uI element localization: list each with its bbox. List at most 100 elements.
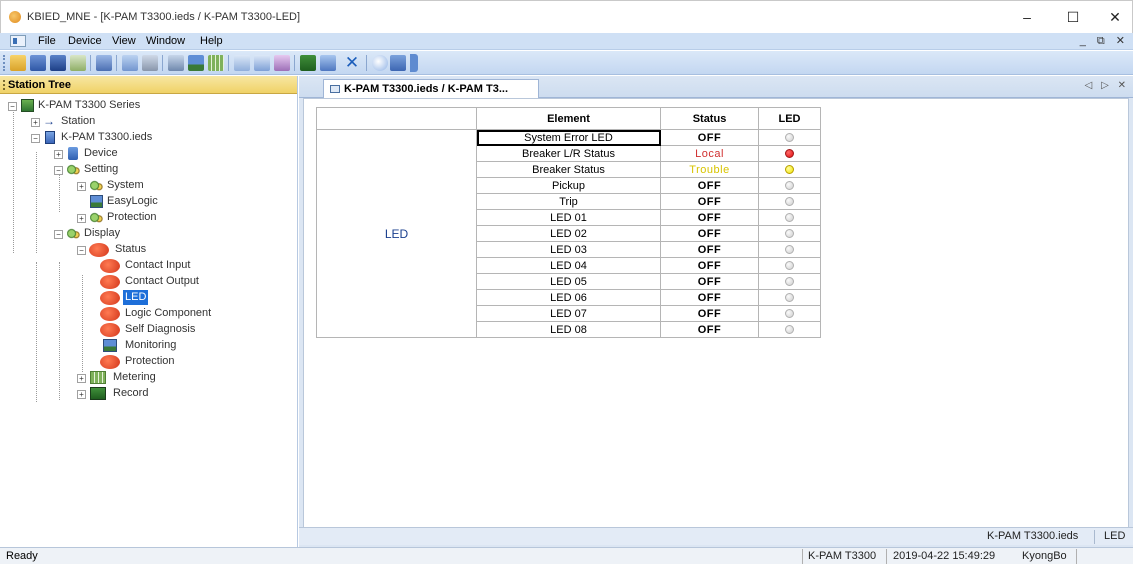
mdi-child-icon[interactable]: [10, 35, 26, 47]
element-cell[interactable]: LED 08: [476, 321, 661, 338]
table-header-row: Element Status LED: [316, 107, 821, 130]
led-off-icon: [785, 213, 794, 223]
element-cell[interactable]: LED 01: [476, 209, 661, 226]
status-cell: OFF: [660, 289, 759, 306]
tree-node-station[interactable]: + → Station: [31, 114, 231, 129]
column-header-element: Element: [476, 107, 661, 130]
device-config-icon[interactable]: [320, 55, 336, 71]
tab-navigation[interactable]: ◁ ▷ ✕: [1085, 80, 1129, 91]
tree-node-system[interactable]: + System: [77, 178, 277, 193]
about-icon[interactable]: [390, 55, 406, 71]
collapse-icon[interactable]: −: [8, 102, 17, 111]
led-cell: [758, 241, 821, 258]
minimize-button[interactable]: –: [1007, 6, 1047, 28]
element-cell[interactable]: Trip: [476, 193, 661, 210]
tree-node-series[interactable]: − K-PAM T3300 Series: [8, 98, 288, 113]
tree-node-status[interactable]: − Status: [77, 242, 277, 257]
element-cell[interactable]: Pickup: [476, 177, 661, 194]
led-cell: [758, 161, 821, 178]
status-cell: OFF: [660, 129, 759, 146]
download-icon[interactable]: [122, 55, 138, 71]
expand-icon[interactable]: +: [31, 118, 40, 127]
led-yellow-icon: [785, 165, 794, 175]
status-cell: OFF: [660, 273, 759, 290]
toolbar-grip[interactable]: [3, 55, 6, 71]
collapse-icon[interactable]: −: [54, 230, 63, 239]
document-pane: K-PAM T3300.ieds / K-PAM T3... ◁ ▷ ✕ Ele…: [299, 76, 1133, 547]
element-cell[interactable]: System Error LED: [476, 129, 661, 146]
tree-node-self-diagnosis[interactable]: Self Diagnosis: [100, 322, 290, 337]
menu-window[interactable]: Window: [146, 35, 185, 47]
led-off-icon: [785, 293, 794, 303]
tree-node-contact-input[interactable]: Contact Input: [100, 258, 290, 273]
expand-icon[interactable]: +: [77, 214, 86, 223]
open-icon[interactable]: [10, 55, 26, 71]
element-cell[interactable]: LED 03: [476, 241, 661, 258]
group-cell: LED: [316, 129, 477, 338]
toolbar-separator: [90, 55, 91, 71]
collapse-icon[interactable]: −: [77, 246, 86, 255]
element-cell[interactable]: LED 05: [476, 273, 661, 290]
collapse-icon[interactable]: −: [31, 134, 40, 143]
tree-node-protection-status[interactable]: Protection: [100, 354, 290, 369]
save-icon[interactable]: [30, 55, 46, 71]
led-cell: [758, 305, 821, 322]
device-add-icon[interactable]: [300, 55, 316, 71]
led-off-icon: [785, 197, 794, 207]
tree-node-logic-component[interactable]: Logic Component: [100, 306, 290, 321]
tree-node-led[interactable]: LED: [100, 290, 290, 305]
expand-icon[interactable]: +: [54, 150, 63, 159]
monitor-icon[interactable]: [188, 55, 204, 71]
tree-label: Device: [84, 147, 118, 159]
compare-icon[interactable]: [96, 55, 112, 71]
upload-icon[interactable]: [142, 55, 158, 71]
connect-icon[interactable]: [50, 55, 66, 71]
expand-icon[interactable]: +: [77, 182, 86, 191]
station-tree-title: Station Tree: [8, 79, 71, 91]
toolbar-overflow[interactable]: [410, 54, 418, 72]
protection-icon: [100, 355, 120, 369]
led-off-icon: [785, 245, 794, 255]
settings-icon[interactable]: [168, 55, 184, 71]
table-row[interactable]: LED System Error LED OFF: [316, 129, 821, 338]
app-icon: [9, 11, 21, 23]
tree-node-monitoring[interactable]: Monitoring: [100, 338, 290, 353]
tree-node-device[interactable]: + Device: [54, 146, 254, 161]
tree-node-record[interactable]: + Record: [77, 386, 277, 401]
close-button[interactable]: ✕: [1095, 6, 1133, 28]
tree-node-protection[interactable]: + Protection: [77, 210, 277, 225]
element-cell[interactable]: Breaker L/R Status: [476, 145, 661, 162]
menu-view[interactable]: View: [112, 35, 136, 47]
tree-node-ieds[interactable]: − K-PAM T3300.ieds: [31, 130, 231, 145]
led-cell: [758, 225, 821, 242]
disconnect-icon[interactable]: [70, 55, 86, 71]
help-icon[interactable]: [372, 55, 388, 71]
menu-device[interactable]: Device: [68, 35, 102, 47]
element-cell[interactable]: LED 02: [476, 225, 661, 242]
expand-icon[interactable]: +: [77, 374, 86, 383]
maximize-button[interactable]: ☐: [1053, 6, 1093, 28]
tree-node-easylogic[interactable]: EasyLogic: [77, 194, 277, 209]
document-tab[interactable]: K-PAM T3300.ieds / K-PAM T3...: [323, 79, 539, 99]
collapse-icon[interactable]: −: [54, 166, 63, 175]
expand-icon[interactable]: +: [77, 390, 86, 399]
delete-icon[interactable]: ✕: [344, 54, 360, 71]
tree-node-setting[interactable]: − Setting: [54, 162, 254, 177]
chart-icon[interactable]: [234, 55, 250, 71]
element-cell[interactable]: LED 07: [476, 305, 661, 322]
device-icon: [68, 147, 78, 160]
element-cell[interactable]: Breaker Status: [476, 161, 661, 178]
waveform-icon[interactable]: [254, 55, 270, 71]
led-cell: [758, 321, 821, 338]
table-icon[interactable]: [208, 55, 224, 71]
tree-node-contact-output[interactable]: Contact Output: [100, 274, 290, 289]
mdi-window-controls[interactable]: _ ⧉ ✕: [1080, 34, 1129, 48]
element-cell[interactable]: LED 06: [476, 289, 661, 306]
element-cell[interactable]: LED 04: [476, 257, 661, 274]
tree-node-metering[interactable]: + Metering: [77, 370, 277, 385]
menu-file[interactable]: File: [38, 35, 56, 47]
tree-label: Protection: [125, 355, 175, 367]
tree-node-display[interactable]: − Display: [54, 226, 254, 241]
menu-help[interactable]: Help: [200, 35, 223, 47]
tools-icon[interactable]: [274, 55, 290, 71]
